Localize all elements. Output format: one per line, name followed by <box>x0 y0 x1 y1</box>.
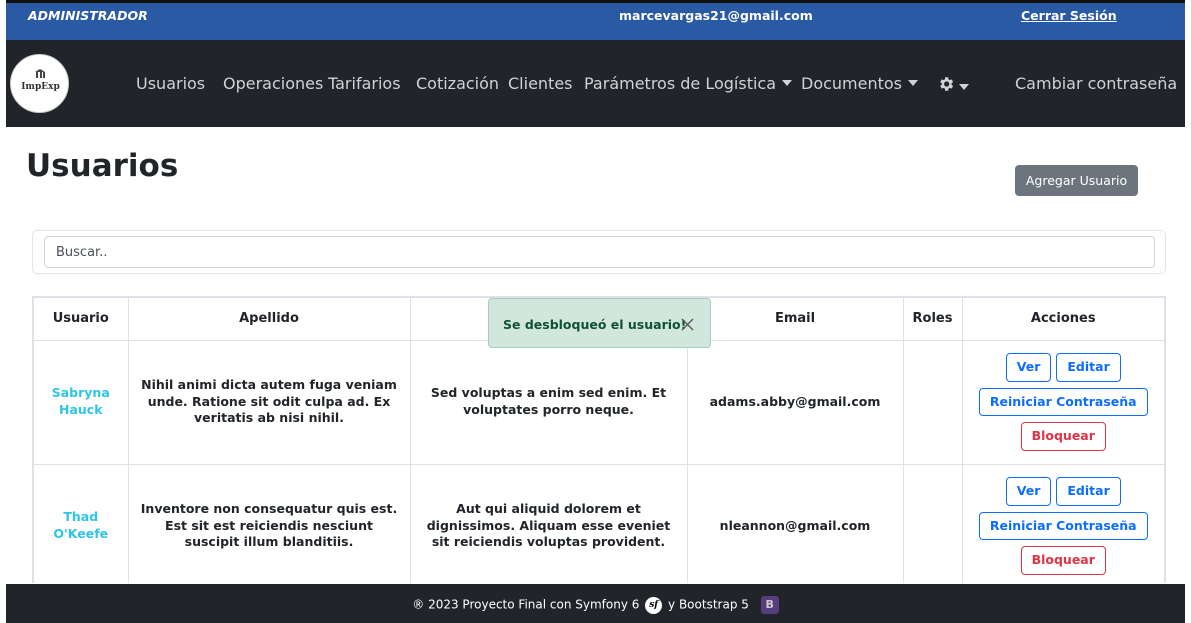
roles-cell <box>903 464 963 583</box>
user-email: marcevargas21@gmail.com <box>619 8 813 23</box>
building-icon <box>35 69 46 78</box>
reset-password-button[interactable]: Reiniciar Contraseña <box>978 511 1148 541</box>
bootstrap-logo-icon: B <box>760 596 779 614</box>
search-card <box>32 230 1166 274</box>
nav-item-clientes[interactable]: Clientes <box>508 74 573 93</box>
footer-text: ® 2023 Proyecto Final con Symfony 6 sf y… <box>6 596 1185 614</box>
success-toast: Se desbloqueó el usuario! <box>488 298 711 348</box>
symfony-logo-icon: sf <box>645 596 663 614</box>
add-user-button[interactable]: Agregar Usuario <box>1015 165 1138 196</box>
caret-down-icon <box>959 84 969 90</box>
email-cell: nleannon@gmail.com <box>687 464 904 583</box>
actions-cell: Ver Editar Reiniciar Contraseña Bloquear <box>962 464 1164 583</box>
nav-item-operaciones[interactable]: Operaciones <box>223 74 323 93</box>
gear-icon <box>940 77 954 91</box>
actions-cell: Ver Editar Reiniciar Contraseña Bloquear <box>962 340 1164 465</box>
nav-item-usuarios[interactable]: Usuarios <box>136 74 205 93</box>
caret-down-icon <box>782 80 793 86</box>
roles-cell <box>903 340 963 465</box>
col3-cell: Sed voluptas a enim sed enim. Et volupta… <box>410 340 688 465</box>
user-role: ADMINISTRADOR <box>28 8 148 23</box>
block-button[interactable]: Bloquear <box>1020 546 1106 576</box>
edit-button[interactable]: Editar <box>1056 476 1121 506</box>
toast-message: Se desbloqueó el usuario! <box>503 317 687 332</box>
table-row: Sabryna Hauck Nihil animi dicta autem fu… <box>34 340 1164 465</box>
column-header-email: Email <box>687 298 904 341</box>
view-button[interactable]: Ver <box>1005 352 1052 382</box>
column-header-usuario: Usuario <box>34 298 129 341</box>
col3-cell: Aut qui aliquid dolorem et dignissimos. … <box>410 464 688 583</box>
brand-logo-text: ImpExp <box>21 82 60 92</box>
column-header-apellido: Apellido <box>128 298 411 341</box>
close-icon[interactable] <box>681 318 694 331</box>
table-row: Thad O'Keefe Inventore non consequatur q… <box>34 464 1164 583</box>
caret-down-icon <box>908 80 919 86</box>
footer-bootstrap-text: y Bootstrap 5 <box>668 597 749 612</box>
column-header-acciones: Acciones <box>962 298 1164 341</box>
block-button[interactable]: Bloquear <box>1020 422 1106 452</box>
user-name-link[interactable]: Sabryna Hauck <box>34 340 129 465</box>
nav-item-tarifarios[interactable]: Tarifarios <box>328 74 401 93</box>
logout-link[interactable]: Cerrar Sesión <box>1021 8 1117 23</box>
nav-item-parametros-logistica-label: Parámetros de Logística <box>584 74 777 93</box>
user-name-link[interactable]: Thad O'Keefe <box>34 464 129 583</box>
brand-logo[interactable]: ImpExp <box>10 54 69 113</box>
reset-password-button[interactable]: Reiniciar Contraseña <box>978 387 1148 417</box>
apellido-cell: Nihil animi dicta autem fuga veniam unde… <box>128 340 411 465</box>
apellido-cell: Inventore non consequatur quis est. Est … <box>128 464 411 583</box>
nav-item-cotizacion[interactable]: Cotización <box>416 74 499 93</box>
top-bar: ADMINISTRADOR marcevargas21@gmail.com Ce… <box>6 0 1185 40</box>
nav-item-cambiar-contrasena[interactable]: Cambiar contraseña <box>1015 74 1177 93</box>
settings-dropdown[interactable] <box>937 73 977 95</box>
edit-button[interactable]: Editar <box>1056 352 1121 382</box>
page-title: Usuarios <box>26 148 179 184</box>
search-input[interactable] <box>44 236 1155 268</box>
nav-item-documentos[interactable]: Documentos <box>801 74 919 93</box>
footer: ® 2023 Proyecto Final con Symfony 6 sf y… <box>6 584 1185 623</box>
column-header-roles: Roles <box>903 298 963 341</box>
nav-item-parametros-logistica[interactable]: Parámetros de Logística <box>584 74 793 93</box>
email-cell: adams.abby@gmail.com <box>687 340 904 465</box>
footer-copyright: ® 2023 Proyecto Final con Symfony 6 <box>412 597 640 612</box>
main-navbar: ImpExp Usuarios Operaciones Tarifarios C… <box>6 40 1185 127</box>
nav-item-documentos-label: Documentos <box>801 74 903 93</box>
view-button[interactable]: Ver <box>1005 476 1052 506</box>
